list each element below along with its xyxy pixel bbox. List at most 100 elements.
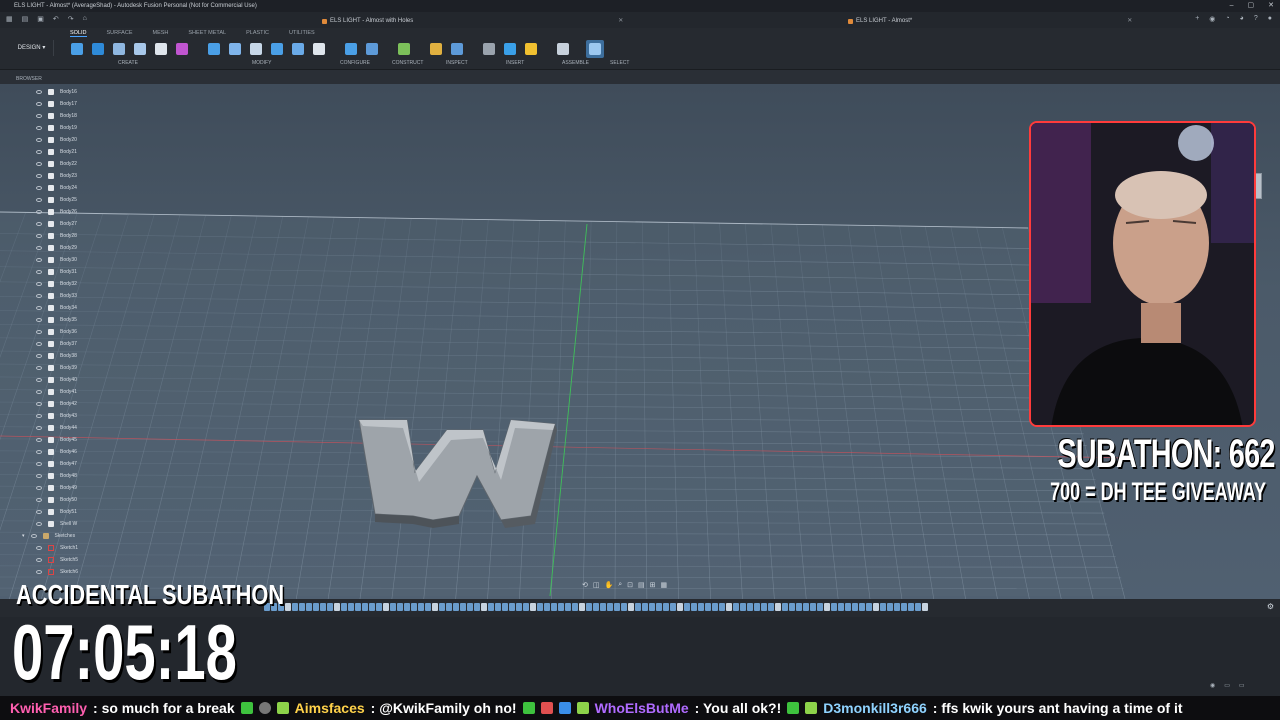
- visibility-icon[interactable]: [36, 498, 42, 502]
- timeline-feature-icon[interactable]: [390, 603, 396, 611]
- visibility-icon[interactable]: [36, 270, 42, 274]
- timeline-feature-icon[interactable]: [803, 603, 809, 611]
- offset-plane-icon[interactable]: [395, 40, 413, 58]
- timeline-feature-icon[interactable]: [859, 603, 865, 611]
- timeline-feature-icon[interactable]: [544, 603, 550, 611]
- timeline-feature-icon[interactable]: [313, 603, 319, 611]
- browser-sketch-item[interactable]: Sketch1: [36, 542, 146, 554]
- group-select[interactable]: SELECT: [610, 60, 629, 66]
- timeline-feature-icon[interactable]: [292, 603, 298, 611]
- visibility-icon[interactable]: [36, 390, 42, 394]
- status-icon-2[interactable]: ▭: [1224, 682, 1230, 689]
- browser-body-item[interactable]: Body18: [36, 110, 146, 122]
- timeline-feature-icon[interactable]: [635, 603, 641, 611]
- redo-icon[interactable]: ↷: [68, 15, 74, 23]
- timeline-feature-icon[interactable]: [600, 603, 606, 611]
- close-tab-icon[interactable]: ✕: [618, 14, 623, 28]
- timeline-feature-icon[interactable]: [341, 603, 347, 611]
- timeline-feature-icon[interactable]: [355, 603, 361, 611]
- timeline-feature-icon[interactable]: [411, 603, 417, 611]
- joint-icon[interactable]: [554, 40, 572, 58]
- tab-plastic[interactable]: PLASTIC: [246, 30, 269, 37]
- browser-body-item[interactable]: Body45: [36, 434, 146, 446]
- timeline-feature-icon[interactable]: [579, 603, 585, 611]
- timeline-feature-icon[interactable]: [838, 603, 844, 611]
- close-tab-icon[interactable]: ✕: [1127, 14, 1132, 28]
- timeline-feature-icon[interactable]: [369, 603, 375, 611]
- pan-icon[interactable]: ✋: [605, 581, 614, 591]
- parameters-icon[interactable]: [342, 40, 360, 58]
- timeline-feature-icon[interactable]: [439, 603, 445, 611]
- new-component-icon[interactable]: [68, 40, 86, 58]
- add-tab-icon[interactable]: +: [1195, 15, 1199, 23]
- timeline-feature-icon[interactable]: [684, 603, 690, 611]
- timeline-feature-icon[interactable]: [656, 603, 662, 611]
- browser-body-item[interactable]: Body35: [36, 314, 146, 326]
- browser-body-item[interactable]: Body36: [36, 326, 146, 338]
- browser-body-item[interactable]: Body29: [36, 242, 146, 254]
- browser-sketches-folder[interactable]: ▾ Sketches: [22, 530, 146, 542]
- browser-body-item[interactable]: Body50: [36, 494, 146, 506]
- home-icon[interactable]: ⌂: [83, 15, 87, 23]
- undo-icon[interactable]: ↶: [53, 15, 59, 23]
- group-insert[interactable]: INSERT: [506, 60, 524, 66]
- group-configure[interactable]: CONFIGURE: [340, 60, 370, 66]
- timeline-feature-icon[interactable]: [306, 603, 312, 611]
- timeline-feature-icon[interactable]: [628, 603, 634, 611]
- visibility-icon[interactable]: [36, 510, 42, 514]
- browser-body-item[interactable]: Body16: [36, 86, 146, 98]
- timeline-feature-icon[interactable]: [425, 603, 431, 611]
- timeline-feature-icon[interactable]: [586, 603, 592, 611]
- timeline-feature-icon[interactable]: [754, 603, 760, 611]
- grid-settings-icon[interactable]: ⊞: [650, 581, 656, 591]
- timeline-feature-icon[interactable]: [621, 603, 627, 611]
- timeline-feature-icon[interactable]: [880, 603, 886, 611]
- browser-sketch-item[interactable]: Sketch5: [36, 554, 146, 566]
- look-at-icon[interactable]: ◫: [593, 581, 600, 591]
- group-modify[interactable]: MODIFY: [252, 60, 271, 66]
- fit-icon[interactable]: ⊡: [627, 581, 633, 591]
- avatar[interactable]: ●: [1268, 15, 1272, 23]
- visibility-icon[interactable]: [36, 474, 42, 478]
- timeline-feature-icon[interactable]: [901, 603, 907, 611]
- timeline-feature-icon[interactable]: [733, 603, 739, 611]
- timeline-feature-icon[interactable]: [460, 603, 466, 611]
- tab-solid[interactable]: SOLID: [70, 30, 87, 37]
- insert-mcmaster-icon[interactable]: [522, 40, 540, 58]
- tab-utilities[interactable]: UTILITIES: [289, 30, 315, 37]
- create-sketch-icon[interactable]: [89, 40, 107, 58]
- timeline-feature-icon[interactable]: [810, 603, 816, 611]
- visibility-icon[interactable]: [36, 570, 42, 574]
- browser-body-item[interactable]: Body48: [36, 470, 146, 482]
- timeline-feature-icon[interactable]: [572, 603, 578, 611]
- viewports-icon[interactable]: ▦: [661, 581, 668, 591]
- timeline-feature-icon[interactable]: [817, 603, 823, 611]
- browser-body-item[interactable]: Body34: [36, 302, 146, 314]
- insert-derive-icon[interactable]: [480, 40, 498, 58]
- browser-body-item[interactable]: Body25: [36, 194, 146, 206]
- timeline-feature-icon[interactable]: [446, 603, 452, 611]
- box-icon[interactable]: [152, 40, 170, 58]
- browser-body-item[interactable]: Body33: [36, 290, 146, 302]
- browser-body-item[interactable]: Body27: [36, 218, 146, 230]
- group-inspect[interactable]: INSPECT: [446, 60, 468, 66]
- timeline-feature-icon[interactable]: [705, 603, 711, 611]
- browser-body-item[interactable]: Body28: [36, 230, 146, 242]
- timeline-feature-icon[interactable]: [824, 603, 830, 611]
- timeline-feature-icon[interactable]: [614, 603, 620, 611]
- timeline-feature-icon[interactable]: [887, 603, 893, 611]
- timeline-feature-icon[interactable]: [467, 603, 473, 611]
- browser-body-item[interactable]: Body17: [36, 98, 146, 110]
- orbit-icon[interactable]: ⟲: [582, 581, 588, 591]
- configure-table-icon[interactable]: [363, 40, 381, 58]
- timeline-feature-icon[interactable]: [922, 603, 928, 611]
- browser-body-item[interactable]: Shell W: [36, 518, 146, 530]
- browser-sketch-item[interactable]: Sketch6: [36, 566, 146, 578]
- visibility-icon[interactable]: [36, 102, 42, 106]
- timeline-feature-icon[interactable]: [894, 603, 900, 611]
- visibility-icon[interactable]: [36, 234, 42, 238]
- visibility-icon[interactable]: [36, 342, 42, 346]
- chamfer-icon[interactable]: [247, 40, 265, 58]
- file-icon[interactable]: ▤: [22, 15, 29, 23]
- grid-menu-icon[interactable]: ▦: [6, 15, 13, 23]
